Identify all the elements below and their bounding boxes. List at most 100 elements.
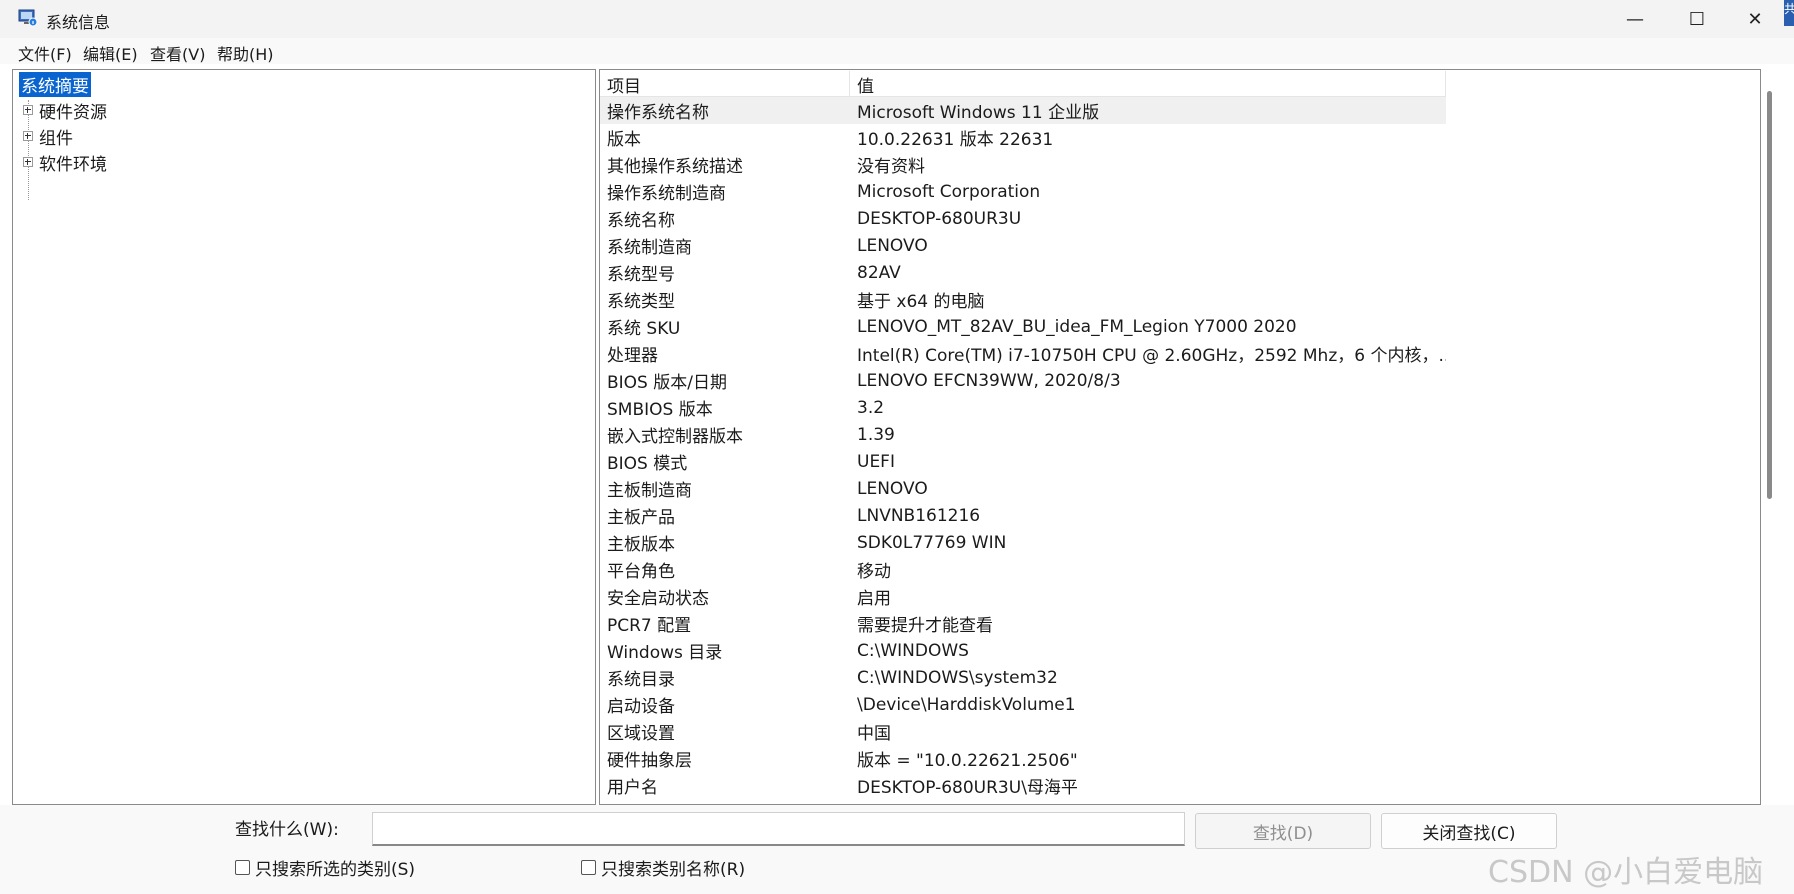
table-row[interactable]: 用户名 DESKTOP-680UR3U\母海平 — [600, 772, 1446, 799]
row-item: 安全启动状态 — [607, 589, 709, 609]
row-item: 系统名称 — [607, 211, 675, 231]
close-find-button[interactable]: 关闭查找(C) — [1381, 813, 1557, 849]
table-row[interactable]: 系统类型 基于 x64 的电脑 — [600, 286, 1446, 313]
row-item: 启动设备 — [607, 697, 675, 717]
table-row[interactable]: 系统制造商 LENOVO — [600, 232, 1446, 259]
system-info-icon — [18, 9, 38, 27]
row-value: Microsoft Windows 11 企业版 — [857, 103, 1100, 123]
table-row[interactable]: 系统 SKU LENOVO_MT_82AV_BU_idea_FM_Legion Y… — [600, 313, 1446, 340]
table-row[interactable]: Windows 目录 C:\WINDOWS — [600, 637, 1446, 664]
row-value: 版本 = "10.0.22621.2506" — [857, 751, 1078, 771]
row-item: 操作系统名称 — [607, 103, 709, 123]
expand-icon[interactable] — [23, 157, 33, 167]
details-list[interactable]: 项目 值 操作系统名称 Microsoft Windows 11 企业版版本 10.… — [599, 69, 1761, 805]
table-row[interactable]: 处理器 Intel(R) Core(TM) i7-10750H CPU @ 2.6… — [600, 340, 1446, 367]
tree-item-label: 系统摘要 — [19, 71, 91, 97]
column-header-value[interactable]: 值 — [850, 71, 1446, 97]
find-input[interactable] — [372, 812, 1185, 846]
find-label: 查找什么(W): — [235, 820, 339, 840]
row-item: Windows 目录 — [607, 643, 723, 663]
row-item: 主板制造商 — [607, 481, 692, 501]
row-value: 需要提升才能查看 — [857, 616, 993, 636]
checkbox-box[interactable] — [235, 860, 250, 875]
row-item: 操作系统制造商 — [607, 184, 726, 204]
column-header-item[interactable]: 项目 — [600, 71, 850, 97]
tree-item-label: 硬件资源 — [39, 102, 107, 123]
row-value: 中国 — [857, 724, 891, 744]
row-value: C:\WINDOWS — [857, 640, 969, 661]
row-item: 版本 — [607, 130, 641, 150]
menu-view[interactable]: 查看(V) — [150, 41, 205, 65]
row-value: 移动 — [857, 562, 891, 582]
table-row[interactable]: 平台角色 移动 — [600, 556, 1446, 583]
table-row[interactable]: 区域设置 中国 — [600, 718, 1446, 745]
expand-icon[interactable] — [23, 105, 33, 115]
row-value: 10.0.22631 版本 22631 — [857, 130, 1054, 150]
category-tree[interactable]: 系统摘要 硬件资源 组件 软件环境 — [12, 69, 596, 805]
row-item: 系统制造商 — [607, 238, 692, 258]
find-bar: 查找什么(W): 查找(D) 关闭查找(C) 只搜索所选的类别(S) 只搜索类别… — [0, 805, 1794, 894]
row-value: LENOVO — [857, 478, 928, 499]
table-row[interactable]: BIOS 版本/日期 LENOVO EFCN39WW, 2020/8/3 — [600, 367, 1446, 394]
row-value: \Device\HarddiskVolume1 — [857, 694, 1076, 715]
table-row[interactable]: 系统名称 DESKTOP-680UR3U — [600, 205, 1446, 232]
row-item: PCR7 配置 — [607, 616, 692, 636]
menu-edit[interactable]: 编辑(E) — [83, 41, 138, 65]
table-row[interactable]: 操作系统名称 Microsoft Windows 11 企业版 — [600, 97, 1446, 124]
table-row[interactable]: 主板制造商 LENOVO — [600, 475, 1446, 502]
menu-file[interactable]: 文件(F) — [18, 41, 72, 65]
table-row[interactable]: 操作系统制造商 Microsoft Corporation — [600, 178, 1446, 205]
table-row[interactable]: PCR7 配置 需要提升才能查看 — [600, 610, 1446, 637]
row-item: 处理器 — [607, 346, 658, 366]
row-value: 1.39 — [857, 424, 895, 445]
tree-item-components[interactable]: 组件 — [13, 125, 73, 149]
table-row[interactable]: 启动设备 \Device\HarddiskVolume1 — [600, 691, 1446, 718]
vertical-scrollbar[interactable] — [1763, 69, 1773, 805]
scrollbar-thumb[interactable] — [1767, 91, 1772, 499]
row-value: LNVNB161216 — [857, 505, 981, 526]
row-value: C:\WINDOWS\system32 — [857, 667, 1058, 688]
row-item: 主板版本 — [607, 535, 675, 555]
close-button[interactable]: ✕ — [1726, 0, 1784, 38]
menu-help[interactable]: 帮助(H) — [217, 41, 274, 65]
table-row[interactable]: 系统型号 82AV — [600, 259, 1446, 286]
row-item: 系统目录 — [607, 670, 675, 690]
row-value: LENOVO EFCN39WW, 2020/8/3 — [857, 370, 1121, 391]
checkbox-label: 只搜索类别名称(R) — [601, 860, 746, 880]
tree-item-system-summary[interactable]: 系统摘要 — [19, 71, 91, 97]
expand-icon[interactable] — [23, 131, 33, 141]
table-row[interactable]: SMBIOS 版本 3.2 — [600, 394, 1446, 421]
maximize-button[interactable]: ☐ — [1668, 0, 1726, 38]
table-row[interactable]: 其他操作系统描述 没有资料 — [600, 151, 1446, 178]
tree-item-label: 组件 — [39, 128, 73, 149]
search-category-names-checkbox[interactable]: 只搜索类别名称(R) — [581, 855, 745, 880]
find-button[interactable]: 查找(D) — [1195, 813, 1371, 849]
table-row[interactable]: 系统目录 C:\WINDOWS\system32 — [600, 664, 1446, 691]
table-row[interactable]: 主板版本 SDK0L77769 WIN — [600, 529, 1446, 556]
row-item: SMBIOS 版本 — [607, 400, 713, 420]
table-row[interactable]: 硬件抽象层 版本 = "10.0.22621.2506" — [600, 745, 1446, 772]
title-bar: 系统信息 — ☐ ✕ 共 — [0, 0, 1794, 38]
table-row[interactable]: 嵌入式控制器版本 1.39 — [600, 421, 1446, 448]
row-item: BIOS 版本/日期 — [607, 373, 727, 393]
tree-item-software[interactable]: 软件环境 — [13, 151, 107, 175]
tree-item-hardware[interactable]: 硬件资源 — [13, 99, 107, 123]
row-item: 系统 SKU — [607, 319, 681, 339]
row-item: 其他操作系统描述 — [607, 157, 743, 177]
close-icon: ✕ — [1747, 8, 1763, 30]
row-item: 主板产品 — [607, 508, 675, 528]
table-row[interactable]: 主板产品 LNVNB161216 — [600, 502, 1446, 529]
row-item: BIOS 模式 — [607, 454, 688, 474]
search-selected-category-checkbox[interactable]: 只搜索所选的类别(S) — [235, 855, 415, 880]
row-item: 用户名 — [607, 778, 658, 798]
row-item: 区域设置 — [607, 724, 675, 744]
row-value: 基于 x64 的电脑 — [857, 292, 985, 312]
row-value: 3.2 — [857, 397, 885, 418]
row-value: UEFI — [857, 451, 895, 472]
table-row[interactable]: BIOS 模式 UEFI — [600, 448, 1446, 475]
row-value: DESKTOP-680UR3U\母海平 — [857, 778, 1078, 798]
table-row[interactable]: 版本 10.0.22631 版本 22631 — [600, 124, 1446, 151]
table-row[interactable]: 安全启动状态 启用 — [600, 583, 1446, 610]
minimize-button[interactable]: — — [1606, 0, 1664, 38]
checkbox-box[interactable] — [581, 860, 596, 875]
